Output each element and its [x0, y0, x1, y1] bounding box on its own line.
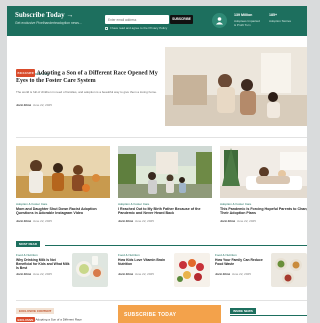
featured-title-text[interactable]: Adopting a Son of a Different Race Opene…	[16, 70, 158, 83]
most-read-item[interactable]: Food & Nutrition Why Drinking Milk Is No…	[16, 253, 108, 293]
section-divider	[230, 315, 307, 316]
article-card-author[interactable]: Jorin Elmz	[118, 219, 133, 223]
subscribe-today-box[interactable]: SUBSCRIBE TODAY	[118, 305, 221, 323]
most-read-item[interactable]: Food & Nutrition How Kids Love Vitamin B…	[118, 253, 210, 293]
most-read-title[interactable]: Why Drinking Milk Is Not Beneficial for …	[16, 258, 70, 270]
most-read-category[interactable]: Food & Nutrition	[16, 253, 38, 257]
article-card[interactable]: Adoption & Foster Care This Pandemic Is …	[220, 146, 307, 228]
magazine-cover-icon	[212, 13, 227, 28]
most-read-author[interactable]: Jorin Elmz	[215, 272, 230, 276]
most-read-category[interactable]: Food & Nutrition	[118, 253, 140, 257]
article-card-byline: Jorin Elmz June 22, 2025	[118, 219, 154, 223]
most-read-date: June 22, 2025	[134, 272, 154, 276]
article-card-author[interactable]: Jorin Elmz	[16, 219, 31, 223]
article-card-date: June 22, 2025	[236, 219, 256, 223]
most-read-item[interactable]: Food & Nutrition How Your Family Can Red…	[215, 253, 307, 293]
stat-stories-label: Adoption Stories	[269, 19, 292, 23]
stat-adoptees-value: 139 Million	[234, 13, 253, 17]
subscribe-button[interactable]: SUBSCRIBE	[170, 15, 193, 24]
article-card-category[interactable]: Adoption & Foster Care	[16, 202, 47, 206]
privacy-agree-text: I have read and agree to the Privacy Pol…	[110, 26, 168, 30]
banner-subtitle: Get exclusive Pixelhanderteadoption news…	[15, 21, 83, 25]
exclusive-headline[interactable]: Adopting a Son of a Different Race	[36, 317, 82, 321]
page: Subscribe Today → Get exclusive Pixelhan…	[7, 6, 307, 323]
article-card-category[interactable]: Adoption & Foster Care	[118, 202, 149, 206]
exclusive-badge: EXCLUSIVE	[16, 317, 35, 322]
most-read-category[interactable]: Food & Nutrition	[215, 253, 237, 257]
privacy-checkbox[interactable]	[105, 27, 108, 30]
most-read-label: MOST READ	[16, 241, 40, 247]
exclusive-headline-row[interactable]: EXCLUSIVE Adopting a Son of a Different …	[16, 317, 82, 322]
article-card-image[interactable]	[220, 146, 307, 198]
most-read-image[interactable]	[72, 253, 108, 287]
featured-author[interactable]: Jorin Elmz	[16, 103, 31, 107]
featured-excerpt: The world is full of children in need of…	[16, 90, 157, 94]
stat-adoptees-label: Adoptees Impacted & Profit Turn	[234, 19, 260, 27]
article-card[interactable]: Adoption & Foster Care I Reached Out to …	[118, 146, 212, 228]
most-read-author[interactable]: Jorin Elmz	[16, 272, 31, 276]
most-read-date: June 22, 2025	[32, 272, 52, 276]
inside-news-label: INSIDE NEWS	[230, 308, 256, 314]
most-read-author[interactable]: Jorin Elmz	[118, 272, 133, 276]
most-read-image[interactable]	[174, 253, 210, 287]
subscribe-banner: Subscribe Today → Get exclusive Pixelhan…	[7, 6, 307, 36]
featured-date: June 22, 2025	[32, 103, 52, 107]
article-card-image[interactable]	[16, 146, 110, 198]
most-read-title[interactable]: How Your Family Can Reduce Food Waste	[215, 258, 269, 266]
article-card-title[interactable]: Mom and Daughter Shut Down Racist Adopti…	[16, 207, 110, 216]
article-card-byline: Jorin Elmz June 22, 2025	[16, 219, 52, 223]
article-card-author[interactable]: Jorin Elmz	[220, 219, 235, 223]
banner-title[interactable]: Subscribe Today →	[15, 11, 73, 19]
subscribe-today-label[interactable]: SUBSCRIBE TODAY	[124, 312, 176, 318]
email-input[interactable]	[105, 15, 169, 24]
article-card[interactable]: Adoption & Foster Care Mom and Daughter …	[16, 146, 110, 228]
article-card-title[interactable]: I Reached Out to My Birth Father Because…	[118, 207, 212, 216]
featured-title[interactable]: EXCLUSIVE Adopting a Son of a Different …	[16, 69, 166, 85]
most-read-byline: Jorin Elmz June 22, 2025	[215, 272, 251, 276]
article-card-byline: Jorin Elmz June 22, 2025	[220, 219, 256, 223]
divider	[16, 137, 307, 138]
most-read-byline: Jorin Elmz June 22, 2025	[16, 272, 52, 276]
article-card-image[interactable]	[118, 146, 212, 198]
stat-stories-value: 185+	[269, 13, 278, 17]
divider	[16, 300, 307, 301]
most-read-title[interactable]: How Kids Love Vitamin Brain Nutrition	[118, 258, 172, 266]
most-read-date: June 22, 2025	[231, 272, 251, 276]
article-card-date: June 22, 2025	[134, 219, 154, 223]
most-read-image[interactable]	[271, 253, 307, 287]
article-card-date: June 22, 2025	[32, 219, 52, 223]
exclusive-badge: EXCLUSIVE	[16, 69, 36, 78]
article-card-category[interactable]: Adoption & Foster Care	[220, 202, 251, 206]
section-divider	[45, 245, 307, 246]
article-card-title[interactable]: This Pandemic Is Forcing Hopeful Parents…	[220, 207, 307, 216]
featured-byline: Jorin Elmz June 22, 2025	[16, 103, 52, 107]
exclusive-content-label: EXCLUSIVE CONTENT	[16, 308, 55, 314]
featured-image[interactable]	[165, 47, 307, 126]
most-read-byline: Jorin Elmz June 22, 2025	[118, 272, 154, 276]
